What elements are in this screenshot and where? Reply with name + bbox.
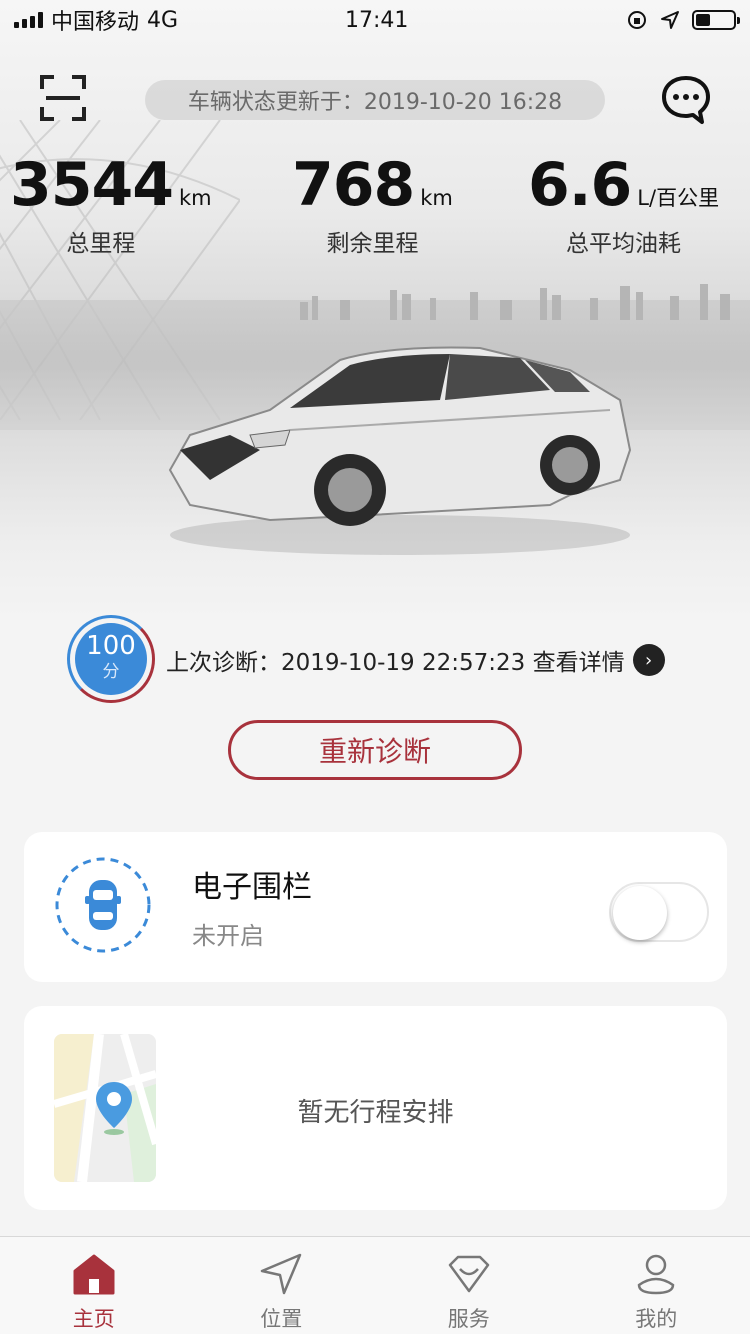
- geofence-card[interactable]: 电子围栏 未开启: [24, 832, 727, 982]
- bottom-tab-bar: 主页 位置 服务 我的: [0, 1236, 750, 1334]
- status-update-time: 车辆状态更新于：2019-10-20 16:28: [145, 80, 605, 120]
- trip-card[interactable]: 暂无行程安排: [24, 1006, 727, 1210]
- home-icon: [73, 1254, 115, 1295]
- tab-service-label: 服务: [447, 1307, 490, 1331]
- total-mileage-unit: km: [179, 186, 212, 210]
- remaining-range-label: 剩余里程: [326, 231, 419, 257]
- car-image: [168, 346, 632, 555]
- user-icon: [637, 1254, 675, 1295]
- signal-icon: [14, 12, 43, 28]
- avg-fuel-unit: L/百公里: [637, 186, 720, 210]
- total-mileage-label: 总里程: [66, 231, 136, 257]
- last-diagnosis-link[interactable]: 上次诊断：2019-10-19 22:57:23 查看详情 ›: [166, 643, 665, 677]
- chevron-right-icon: ›: [632, 644, 665, 676]
- rediagnose-button[interactable]: 重新诊断: [228, 720, 522, 780]
- avg-fuel-label: 总平均油耗: [566, 231, 682, 257]
- rotation-lock-icon: [628, 11, 646, 29]
- total-mileage-value: 3544: [10, 150, 174, 220]
- tab-location[interactable]: 位置: [188, 1237, 376, 1334]
- tab-location-label: 位置: [260, 1307, 303, 1331]
- scan-icon[interactable]: [40, 75, 86, 121]
- diagnosis-score-badge[interactable]: 100 分: [67, 615, 155, 703]
- toggle-knob: [613, 886, 667, 940]
- geofence-car-icon: [55, 857, 151, 953]
- remaining-range-unit: km: [420, 186, 453, 210]
- tab-service[interactable]: 服务: [375, 1237, 563, 1334]
- tab-mine[interactable]: 我的: [563, 1237, 750, 1334]
- geofence-status: 未开启: [192, 922, 264, 950]
- network-type: 4G: [147, 7, 179, 33]
- avg-fuel-consumption: 6.6 L/百公里 总平均油耗: [528, 150, 719, 258]
- geofence-title: 电子围栏: [192, 870, 312, 905]
- message-icon[interactable]: [660, 74, 712, 126]
- diagnosis-score-unit: 分: [102, 662, 120, 682]
- city-skyline-graphic: [300, 284, 730, 320]
- tab-home-label: 主页: [72, 1307, 115, 1331]
- diagnosis-score: 100: [86, 631, 136, 661]
- no-trip-text: 暂无行程安排: [297, 1098, 454, 1128]
- tab-home[interactable]: 主页: [0, 1237, 188, 1334]
- service-heart-icon: [448, 1255, 489, 1293]
- carrier-name: 中国移动: [51, 10, 140, 35]
- geofence-toggle[interactable]: [609, 882, 709, 942]
- last-diagnosis-text: 上次诊断：2019-10-19 22:57:23 查看详情: [166, 650, 625, 676]
- tab-mine-label: 我的: [635, 1307, 678, 1331]
- navigation-arrow-icon: [261, 1253, 302, 1295]
- remaining-range: 768 km 剩余里程: [292, 150, 453, 258]
- status-bar: 中国移动 4G 17:41: [0, 0, 750, 40]
- total-mileage: 3544 km 总里程: [10, 150, 212, 258]
- location-arrow-icon: [661, 11, 679, 29]
- battery-icon: [692, 10, 740, 30]
- remaining-range-value: 768: [292, 150, 415, 220]
- avg-fuel-value: 6.6: [528, 150, 632, 220]
- clock: 17:41: [345, 7, 409, 33]
